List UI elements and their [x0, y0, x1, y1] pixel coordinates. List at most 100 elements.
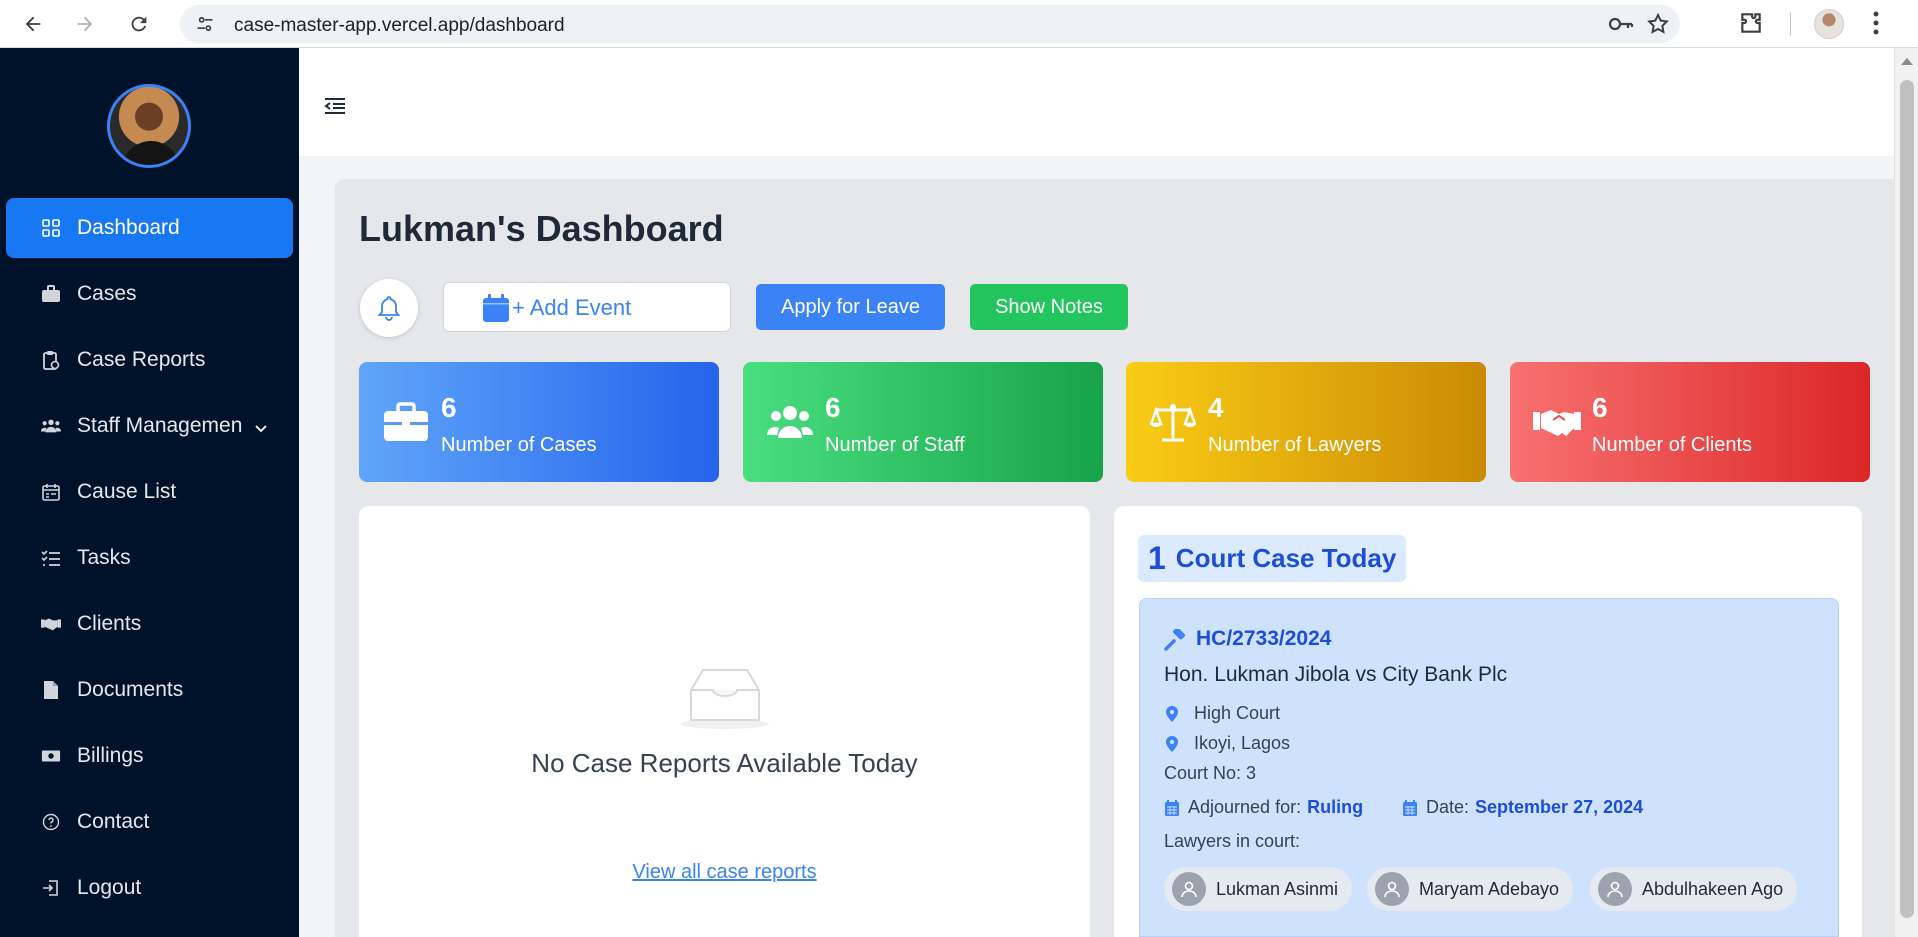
top-bar — [311, 48, 1894, 156]
stat-card-staff[interactable]: 6 Number of Staff — [743, 362, 1103, 482]
reload-icon — [131, 16, 147, 32]
scrollbar-thumb[interactable] — [1900, 80, 1914, 918]
grid-icon — [41, 218, 61, 238]
stat-label: Number of Cases — [441, 434, 597, 456]
lawyer-chip[interactable]: Maryam Adebayo — [1367, 867, 1574, 911]
chevron-down-icon[interactable] — [254, 416, 268, 440]
sidebar-item-documents[interactable]: Documents — [6, 660, 293, 720]
empty-state-text: No Case Reports Available Today — [531, 748, 918, 778]
sidebar-item-label: Cause List — [77, 480, 177, 503]
stat-card-cases[interactable]: 6 Number of Cases — [359, 362, 719, 482]
sidebar-item-case-reports[interactable]: Case Reports — [6, 330, 293, 390]
lawyer-name: Maryam Adebayo — [1419, 878, 1560, 899]
stat-value: 4 — [1208, 392, 1224, 423]
case-title: Hon. Lukman Jibola vs City Bank Plc — [1164, 663, 1508, 686]
stat-label: Number of Staff — [825, 434, 965, 456]
add-event-button[interactable]: + Add Event — [443, 282, 731, 332]
bell-icon — [377, 296, 401, 321]
page-scrollbar[interactable] — [1894, 48, 1918, 937]
sidebar-item-label: Logout — [77, 876, 142, 899]
court-case-today-heading: 1 Court Case Today — [1138, 535, 1407, 582]
scales-icon — [1148, 402, 1198, 442]
sidebar-toggle-icon[interactable] — [323, 96, 347, 121]
user-icon — [1598, 872, 1632, 906]
date-label: Date: — [1426, 797, 1470, 817]
password-key-icon[interactable] — [1608, 13, 1634, 40]
extensions-puzzle-icon[interactable] — [1738, 10, 1764, 41]
bookmark-star-icon[interactable] — [1646, 12, 1670, 41]
site-settings-icon[interactable] — [194, 13, 216, 35]
url-text[interactable]: case-master-app.vercel.app/dashboard — [234, 15, 565, 37]
forward-button[interactable] — [70, 9, 100, 39]
briefcase-icon — [381, 402, 431, 442]
scroll-up-arrow-icon[interactable] — [1901, 58, 1913, 65]
sidebar-item-contact[interactable]: Contact — [6, 792, 293, 852]
stat-card-lawyers[interactable]: 4 Number of Lawyers — [1126, 362, 1486, 482]
calendar-list-icon — [41, 482, 61, 502]
case-court-no: Court No: 3 — [1164, 763, 1256, 784]
sidebar-item-label: Case Reports — [77, 348, 206, 371]
date-row: Date: September 27, 2024 — [1402, 797, 1643, 818]
briefcase-icon — [41, 284, 61, 304]
sidebar-item-clients[interactable]: Clients — [6, 594, 293, 654]
show-notes-button[interactable]: Show Notes — [970, 284, 1128, 330]
logout-icon — [41, 878, 61, 898]
apply-for-leave-button[interactable]: Apply for Leave — [756, 284, 945, 330]
question-circle-icon — [41, 812, 61, 832]
sidebar-item-label: Tasks — [77, 546, 131, 569]
sidebar-item-label: Cases — [77, 282, 137, 305]
address-bar[interactable]: case-master-app.vercel.app/dashboard — [180, 5, 1680, 43]
page-title: Lukman's Dashboard — [359, 208, 724, 249]
user-avatar[interactable] — [107, 84, 191, 168]
sidebar-item-label: Dashboard — [77, 216, 180, 239]
profile-avatar[interactable] — [1814, 9, 1844, 39]
money-icon — [41, 746, 61, 766]
sidebar-item-billings[interactable]: Billings — [6, 726, 293, 786]
stat-value: 6 — [1592, 392, 1608, 423]
court-case-count: 1 — [1148, 540, 1166, 576]
notifications-button[interactable] — [360, 279, 418, 337]
browser-menu-icon[interactable] — [1872, 10, 1880, 41]
user-icon — [1172, 872, 1206, 906]
sidebar-item-logout[interactable]: Logout — [6, 858, 293, 918]
court-case-today-card: 1 Court Case Today HC/2733/2024 Hon. Luk… — [1114, 506, 1862, 937]
browser-toolbar: case-master-app.vercel.app/dashboard — [0, 0, 1918, 48]
users-icon — [41, 416, 61, 436]
case-number[interactable]: HC/2733/2024 — [1196, 627, 1331, 651]
reload-button[interactable] — [124, 9, 154, 39]
sidebar-item-staff-management[interactable]: Staff Managemen — [6, 396, 293, 456]
case-location-row: Ikoyi, Lagos — [1164, 733, 1290, 754]
back-arrow-icon — [25, 16, 41, 32]
adjourned-for-row: Adjourned for: Ruling — [1164, 797, 1363, 818]
location-pin-icon — [1164, 735, 1180, 753]
sidebar-item-cases[interactable]: Cases — [6, 264, 293, 324]
stat-card-clients[interactable]: 6 Number of Clients — [1510, 362, 1870, 482]
sidebar-item-label: Documents — [77, 678, 184, 701]
sidebar-item-cause-list[interactable]: Cause List — [6, 462, 293, 522]
court-no-text: Court No: 3 — [1164, 763, 1257, 783]
case-court-row: High Court — [1164, 703, 1280, 724]
case-detail-card[interactable]: HC/2733/2024 Hon. Lukman Jibola vs City … — [1139, 598, 1839, 937]
back-button[interactable] — [18, 9, 48, 39]
view-all-case-reports-link[interactable]: View all case reports — [359, 861, 1090, 884]
user-icon — [1375, 872, 1409, 906]
stat-label: Number of Clients — [1592, 434, 1753, 456]
sidebar: Dashboard Cases Case Reports Staff Manag… — [0, 48, 299, 937]
sidebar-item-label: Contact — [77, 810, 150, 833]
tasks-icon — [41, 548, 61, 568]
calendar-icon — [1164, 799, 1180, 817]
location-pin-icon — [1164, 705, 1180, 723]
sidebar-item-dashboard[interactable]: Dashboard — [6, 198, 293, 258]
lawyers-in-court-label: Lawyers in court: — [1164, 831, 1301, 851]
toolbar-separator — [1790, 12, 1791, 36]
sidebar-item-tasks[interactable]: Tasks — [6, 528, 293, 588]
users-icon — [765, 402, 815, 442]
date-value: September 27, 2024 — [1475, 797, 1644, 817]
sidebar-item-label: Staff Managemen — [77, 414, 243, 437]
adjourned-value: Ruling — [1307, 797, 1364, 817]
document-icon — [41, 680, 61, 700]
empty-inbox-icon — [677, 666, 773, 735]
lawyer-chip[interactable]: Lukman Asinmi — [1164, 867, 1353, 911]
calendar-icon — [1402, 799, 1418, 817]
lawyer-chip[interactable]: Abdulhakeen Ago — [1590, 867, 1798, 911]
